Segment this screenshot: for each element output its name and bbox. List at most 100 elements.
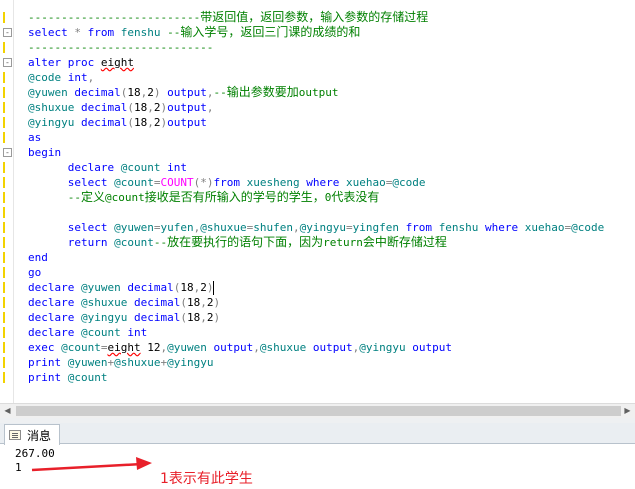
scroll-left-icon[interactable]: ◀ [0, 404, 15, 418]
code-line[interactable]: declare @yingyu decimal(18,2) [0, 310, 635, 325]
sql-editor[interactable]: --------------------------带返回值，返回参数，输入参数… [0, 0, 635, 403]
code-line[interactable]: print @count [0, 370, 635, 385]
code-token: ( [127, 101, 134, 114]
code-token: declare [28, 326, 81, 339]
code-token: , [200, 296, 207, 309]
code-token: return [323, 236, 363, 249]
code-token: decimal [80, 101, 128, 114]
code-line[interactable]: as [0, 130, 635, 145]
code-token: = [345, 221, 353, 234]
horizontal-scrollbar[interactable]: ◀ ▶ [0, 403, 635, 418]
code-token: fenshu [438, 221, 486, 234]
code-token: ) [153, 86, 168, 99]
collapse-toggle-icon[interactable]: - [3, 58, 12, 67]
code-line[interactable]: --------------------------带返回值，返回参数，输入参数… [0, 10, 635, 25]
code-line[interactable]: declare @count int [0, 160, 635, 175]
code-line[interactable]: end [0, 250, 635, 265]
code-token: 18 [186, 311, 201, 324]
results-tabstrip: 消息 [0, 423, 635, 445]
code-token: from [87, 26, 121, 39]
change-marker [3, 267, 9, 278]
code-line[interactable] [0, 205, 635, 220]
change-marker [3, 252, 9, 263]
change-marker [3, 327, 9, 338]
code-token: @count [114, 176, 154, 189]
code-line[interactable]: - select * from fenshu --输入学号，返回三门课的成绩的和 [0, 25, 635, 40]
code-line[interactable]: ---------------------------- [0, 40, 635, 55]
code-line[interactable]: @shuxue decimal(18,2)output, [0, 100, 635, 115]
code-token: @yuwen [28, 86, 75, 99]
code-text: select @yuwen=yufen,@shuxue=shufen,@ying… [28, 220, 605, 235]
code-line[interactable]: declare @yuwen decimal(18,2) [0, 280, 635, 295]
code-line[interactable]: @yuwen decimal(18,2) output,--输出参数要加outp… [0, 85, 635, 100]
code-token: -- [67, 191, 81, 204]
tab-messages-label: 消息 [27, 429, 52, 443]
code-token: @yingyu [299, 221, 346, 234]
code-token: exec [28, 341, 62, 354]
code-line[interactable]: select @yuwen=yufen,@shuxue=shufen,@ying… [0, 220, 635, 235]
code-line[interactable]: declare @count int [0, 325, 635, 340]
change-marker [3, 282, 9, 293]
code-token: 输出参数要加 [226, 85, 299, 99]
code-line[interactable]: @code int, [0, 70, 635, 85]
code-token: , [292, 221, 300, 234]
code-line[interactable]: declare @shuxue decimal(18,2) [0, 295, 635, 310]
code-token: COUNT [160, 176, 194, 189]
code-token: eight [100, 56, 134, 69]
code-token: ( [180, 311, 187, 324]
code-token: @yuwen [114, 221, 154, 234]
code-token: 接收是否有所输入的学号的学生， [144, 190, 325, 204]
code-text: print @count [28, 370, 108, 385]
change-marker [3, 102, 9, 113]
code-token: decimal [133, 311, 181, 324]
code-line[interactable]: select @count=COUNT(*)from xuesheng wher… [0, 175, 635, 190]
code-token: 会中断存储过程 [362, 235, 447, 249]
code-text: print @yuwen+@shuxue+@yingyu [28, 355, 213, 370]
code-line[interactable]: --定义@count接收是否有所输入的学号的学生，0代表没有 [0, 190, 635, 205]
code-token: eight [107, 341, 141, 354]
code-token: output [167, 101, 207, 114]
code-line[interactable]: go [0, 265, 635, 280]
code-text: --------------------------带返回值，返回参数，输入参数… [28, 10, 428, 25]
code-line[interactable]: return @count--放在要执行的语句下面，因为return会中断存储过… [0, 235, 635, 250]
collapse-toggle-icon[interactable]: - [3, 148, 12, 157]
change-marker [3, 42, 9, 53]
result-line-count: 1 [15, 461, 22, 474]
change-marker [3, 162, 9, 173]
scroll-right-icon[interactable]: ▶ [620, 404, 635, 418]
code-token: 18 [180, 281, 194, 294]
code-token: yingfen [352, 221, 406, 234]
code-token: 带返回值，返回参数，输入参数的存储过程 [200, 10, 429, 24]
code-token: 12 [140, 341, 161, 354]
code-line[interactable]: exec @count=eight 12,@yuwen output,@shux… [0, 340, 635, 355]
code-text: @code int, [28, 70, 94, 85]
code-text: declare @yuwen decimal(18,2) [28, 280, 213, 295]
code-token: xuehao [524, 221, 565, 234]
code-line[interactable]: - begin [0, 145, 635, 160]
code-token: output [167, 116, 207, 129]
code-token: @code [392, 176, 426, 189]
change-marker [3, 297, 9, 308]
code-token: (*) [193, 176, 214, 189]
change-marker [3, 207, 9, 218]
code-line[interactable]: @yingyu decimal(18,2)output [0, 115, 635, 130]
scrollbar-thumb[interactable] [16, 406, 621, 416]
code-token: 2 [200, 281, 207, 294]
code-token: @yuwen [67, 356, 108, 369]
collapse-toggle-icon[interactable]: - [3, 28, 12, 37]
code-line[interactable]: print @yuwen+@shuxue+@yingyu [0, 355, 635, 370]
tab-messages[interactable]: 消息 [4, 424, 60, 445]
code-token: print [28, 356, 68, 369]
code-text: declare @count int [28, 325, 147, 340]
code-text: --定义@count接收是否有所输入的学号的学生，0代表没有 [28, 190, 380, 205]
code-text: as [28, 130, 41, 145]
code-token: , [253, 341, 260, 354]
code-line[interactable]: - alter proc eight [0, 55, 635, 70]
annotation-note: 1表示有此学生 [160, 471, 253, 487]
code-token: @shuxue [200, 221, 247, 234]
code-token: as [28, 131, 42, 144]
code-token: @count [80, 326, 128, 339]
code-token: output [298, 86, 339, 99]
